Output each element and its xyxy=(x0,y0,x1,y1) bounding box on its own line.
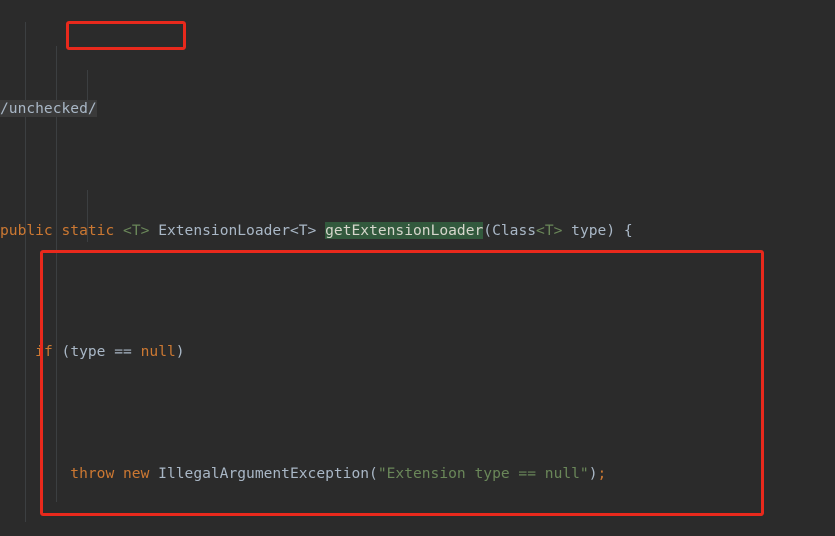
token-semicolon: ; xyxy=(597,464,607,482)
token-keyword-if: if xyxy=(35,343,53,361)
token-var-type: type xyxy=(70,343,106,361)
token-type-parameter-decl: <T> xyxy=(123,221,150,239)
token-annotation-comment: /unchecked/ xyxy=(0,100,97,118)
token-class-type: Class xyxy=(492,221,537,239)
token-lparen: ( xyxy=(483,221,493,239)
token-keyword-new: new xyxy=(114,464,150,482)
token-return-type: ExtensionLoader<T> xyxy=(158,221,317,239)
token-keyword-static: static xyxy=(61,221,115,239)
token-exception-class: IllegalArgumentException xyxy=(149,464,370,482)
token-keyword-null: null xyxy=(140,343,176,361)
token-rparen: ) xyxy=(175,343,185,361)
token-operator-eq: == xyxy=(105,343,141,361)
token-keyword-public: public xyxy=(0,221,53,239)
code-line-4[interactable]: throw new IllegalArgumentException("Exte… xyxy=(0,462,835,486)
code-line-3[interactable]: if (type == null) xyxy=(0,340,835,364)
code-content[interactable]: /unchecked/ public static <T> ExtensionL… xyxy=(0,0,835,536)
token-lparen: ( xyxy=(52,343,71,361)
code-line-2[interactable]: public static <T> ExtensionLoader<T> get… xyxy=(0,219,835,243)
token-keyword-throw: throw xyxy=(70,464,115,482)
token-type-arg: <T> xyxy=(536,221,563,239)
code-line-1[interactable]: /unchecked/ xyxy=(0,97,835,121)
token-open-brace: { xyxy=(615,221,633,239)
token-method-name-getextensionloader[interactable]: getExtensionLoader xyxy=(325,221,484,239)
token-param-type: type xyxy=(562,221,607,239)
token-rparen: ) xyxy=(588,464,598,482)
token-string-literal: "Extension type == null" xyxy=(377,464,589,482)
token-lparen: ( xyxy=(369,464,378,482)
token-rparen: ) xyxy=(606,221,616,239)
code-editor[interactable]: /unchecked/ public static <T> ExtensionL… xyxy=(0,0,835,536)
